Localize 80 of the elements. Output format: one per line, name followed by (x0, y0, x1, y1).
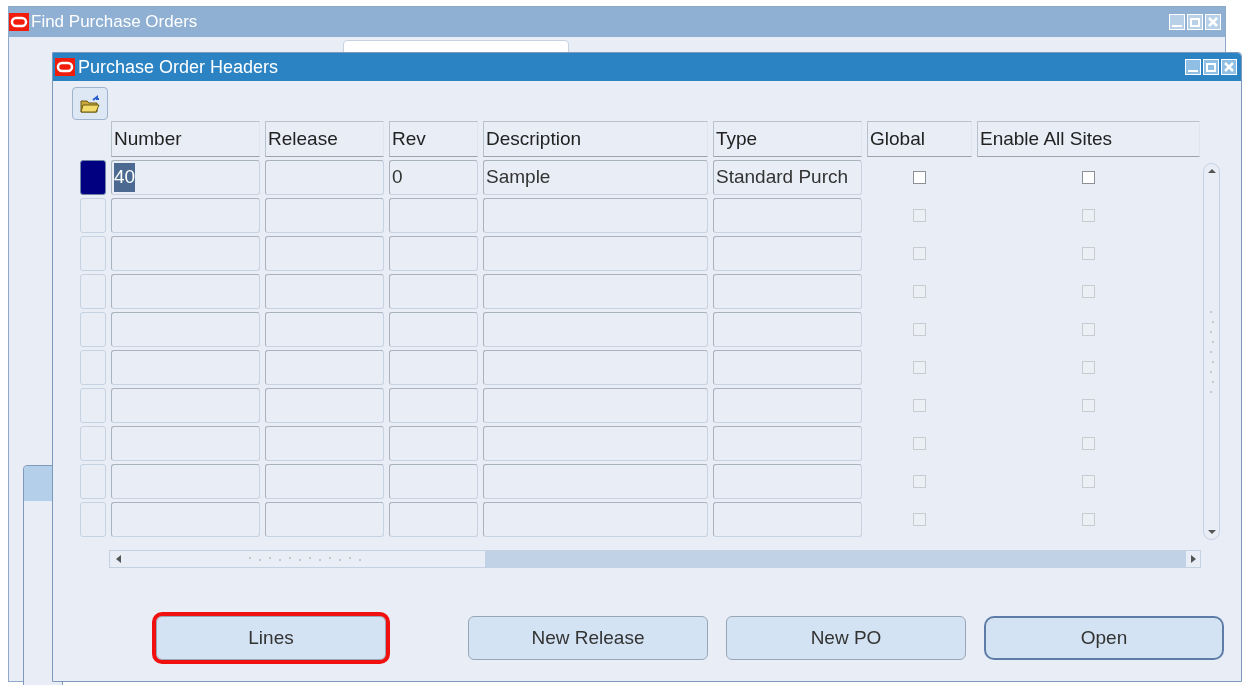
table-cell[interactable] (389, 236, 478, 271)
scroll-up-icon[interactable] (1206, 167, 1217, 175)
table-cell[interactable] (265, 426, 384, 461)
window-title: Purchase Order Headers (78, 55, 280, 79)
column-header[interactable]: Enable All Sites (977, 121, 1200, 157)
table-cell[interactable] (111, 388, 260, 423)
minimize-button[interactable] (1169, 14, 1185, 30)
table-cell[interactable] (111, 236, 260, 271)
table-cell[interactable] (111, 274, 260, 309)
column-header[interactable]: Number (111, 121, 260, 157)
table-cell[interactable] (265, 388, 384, 423)
folder-icon (80, 94, 100, 113)
table-cell[interactable] (389, 274, 478, 309)
scroll-down-icon[interactable] (1206, 528, 1217, 536)
table-cell[interactable] (389, 198, 478, 233)
table-cell[interactable]: Sample (483, 160, 708, 195)
table-cell[interactable] (389, 464, 478, 499)
close-button[interactable] (1221, 59, 1237, 75)
horizontal-scrollbar[interactable] (109, 550, 1201, 568)
column-header[interactable]: Release (265, 121, 384, 157)
column-header[interactable]: Global (867, 121, 972, 157)
table-cell[interactable] (389, 388, 478, 423)
table-cell[interactable] (265, 274, 384, 309)
table-cell[interactable] (265, 502, 384, 537)
column-header[interactable]: Rev (389, 121, 478, 157)
table-cell[interactable] (483, 388, 708, 423)
table-cell[interactable] (713, 502, 862, 537)
table-cell[interactable] (111, 426, 260, 461)
table-cell[interactable] (111, 502, 260, 537)
table-cell[interactable] (713, 312, 862, 347)
table-cell[interactable] (265, 350, 384, 385)
table-cell[interactable] (713, 274, 862, 309)
table-cell[interactable] (111, 312, 260, 347)
table-cell[interactable] (713, 464, 862, 499)
table-cell[interactable] (389, 312, 478, 347)
maximize-button[interactable] (1187, 14, 1203, 30)
table-cell[interactable]: 40 (111, 160, 260, 195)
checkbox[interactable] (913, 171, 926, 184)
scroll-right-icon[interactable] (1186, 551, 1200, 567)
table-cell[interactable] (713, 350, 862, 385)
table-cell[interactable] (111, 350, 260, 385)
open-folder-button[interactable] (72, 87, 108, 120)
oracle-logo-icon (55, 58, 75, 76)
action-button[interactable]: Open (984, 616, 1224, 660)
table-cell[interactable] (265, 464, 384, 499)
close-button[interactable] (1205, 14, 1221, 30)
table-cell[interactable] (713, 388, 862, 423)
table-cell[interactable]: 0 (389, 160, 478, 195)
table-cell[interactable] (389, 350, 478, 385)
column-header[interactable]: Type (713, 121, 862, 157)
table-cell[interactable]: Standard Purch (713, 160, 862, 195)
table-cell[interactable] (483, 198, 708, 233)
table-cell[interactable] (265, 312, 384, 347)
table-cell[interactable] (265, 160, 384, 195)
maximize-button[interactable] (1203, 59, 1219, 75)
table-cell[interactable] (111, 198, 260, 233)
table-cell[interactable] (713, 198, 862, 233)
vertical-scrollbar[interactable] (1203, 163, 1220, 540)
action-button[interactable]: New PO (726, 616, 966, 660)
table-cell[interactable] (389, 502, 478, 537)
row-selector[interactable] (80, 160, 106, 195)
table-cell[interactable] (483, 464, 708, 499)
oracle-logo-icon (9, 13, 29, 31)
table-cell[interactable] (389, 426, 478, 461)
column-header[interactable]: Description (483, 121, 708, 157)
minimize-button[interactable] (1185, 59, 1201, 75)
table-cell[interactable] (111, 464, 260, 499)
window-title: Find Purchase Orders (31, 11, 199, 34)
action-button[interactable]: New Release (468, 616, 708, 660)
table-cell[interactable] (483, 502, 708, 537)
table-cell[interactable] (713, 426, 862, 461)
checkbox[interactable] (1082, 171, 1095, 184)
table-cell[interactable] (483, 274, 708, 309)
table-cell[interactable] (265, 198, 384, 233)
table-cell[interactable] (483, 426, 708, 461)
table-cell[interactable] (483, 350, 708, 385)
table-cell[interactable] (265, 236, 384, 271)
table-cell[interactable] (483, 312, 708, 347)
table-cell[interactable] (483, 236, 708, 271)
table-cell[interactable] (713, 236, 862, 271)
